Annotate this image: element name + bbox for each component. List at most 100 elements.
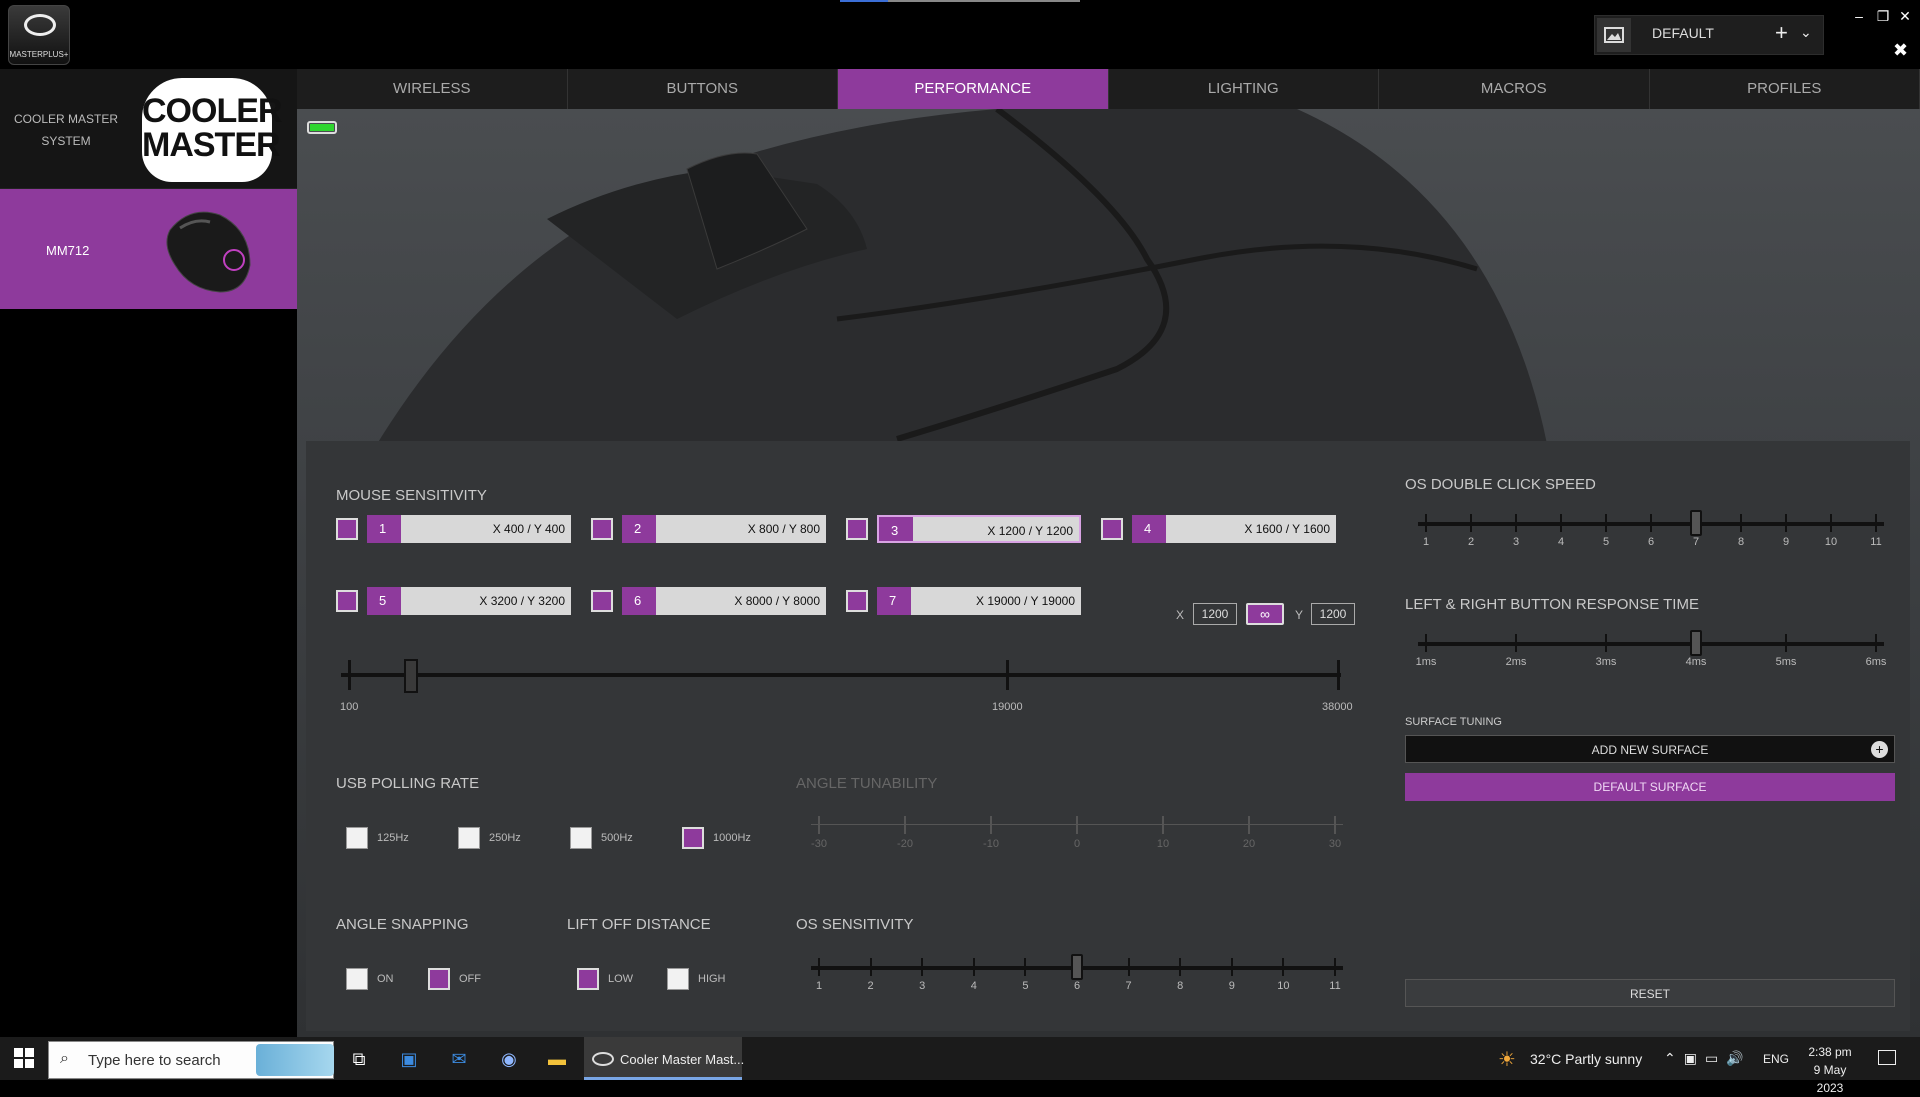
restore-button[interactable]: ❐ [1874, 8, 1892, 25]
task-view-icon[interactable]: ⧉ [344, 1045, 374, 1073]
dpi-preset-6[interactable]: 6X 8000 / Y 8000 [622, 587, 826, 615]
dpi-preset-2[interactable]: 2X 800 / Y 800 [622, 515, 826, 543]
angle-tunability-tick-label: 10 [1143, 838, 1183, 850]
dpi-slider-track[interactable] [341, 673, 1341, 677]
dpi-preset-1[interactable]: 1X 400 / Y 400 [367, 515, 571, 543]
os-sensitivity-tick-label: 9 [1212, 980, 1252, 992]
double-click-tick-label: 2 [1451, 536, 1491, 548]
tab-macros[interactable]: MACROS [1379, 69, 1650, 109]
response-time-slider[interactable]: 1ms2ms3ms4ms5ms6ms [1406, 626, 1896, 676]
mail-icon[interactable]: ✉ [444, 1045, 474, 1073]
tab-performance[interactable]: PERFORMANCE [838, 69, 1109, 109]
dpi-mid-label: 19000 [992, 701, 1023, 713]
clock[interactable]: 2:38 pm9 May 2023 [1800, 1043, 1860, 1097]
double-click-tick [1605, 514, 1607, 532]
double-click-handle[interactable] [1690, 510, 1702, 536]
windows-start-icon[interactable] [14, 1048, 34, 1068]
add-new-surface-button[interactable]: ADD NEW SURFACE [1405, 735, 1895, 763]
tab-lighting[interactable]: LIGHTING [1109, 69, 1380, 109]
dpi-preset-7[interactable]: 7X 19000 / Y 19000 [877, 587, 1081, 615]
response-time-tick [1515, 634, 1517, 652]
dpi-preset-5-toggle[interactable] [336, 590, 358, 612]
dpi-preset-2-toggle[interactable] [591, 518, 613, 540]
polling-125-checkbox[interactable] [346, 827, 368, 849]
mouse-render-image [297, 109, 1920, 444]
add-new-surface-label: ADD NEW SURFACE [1592, 743, 1709, 757]
dpi-preset-7-toggle[interactable] [846, 590, 868, 612]
double-click-tick-label: 10 [1811, 536, 1851, 548]
response-time-tick-label: 1ms [1406, 656, 1446, 668]
add-surface-plus-icon[interactable]: + [1871, 741, 1888, 758]
polling-250-checkbox[interactable] [458, 827, 480, 849]
add-profile-icon[interactable]: + [1775, 20, 1788, 46]
default-surface-button[interactable]: DEFAULT SURFACE [1405, 773, 1895, 801]
os-sensitivity-tick [973, 958, 975, 976]
language-indicator[interactable]: ENG [1763, 1052, 1789, 1066]
angle-tunability-tick-label: 20 [1229, 838, 1269, 850]
polling-1000-checkbox[interactable] [682, 827, 704, 849]
tab-profiles: PROFILES [1650, 69, 1920, 109]
lift-off-low-checkbox[interactable] [577, 968, 599, 990]
os-sensitivity-slider[interactable]: 1234567891011 [797, 950, 1357, 1000]
angle-snapping-on-label: ON [377, 973, 394, 985]
weather-label[interactable]: 32°C Partly sunny [1530, 1051, 1642, 1067]
dpi-slider-handle[interactable] [404, 659, 418, 693]
dpi-preset-4-toggle[interactable] [1101, 518, 1123, 540]
double-click-tick-label: 3 [1496, 536, 1536, 548]
angle-tunability-tick [1162, 816, 1164, 834]
tab-bar: WIRELESS BUTTONS PERFORMANCE LIGHTING MA… [297, 69, 1920, 109]
davinci-icon[interactable]: ◉ [494, 1045, 524, 1073]
tab-wireless[interactable]: WIRELESS [297, 69, 568, 109]
response-time-tick-label: 5ms [1766, 656, 1806, 668]
dpi-preset-3[interactable]: 3X 1200 / Y 1200 [877, 515, 1081, 543]
double-click-tick-label: 9 [1766, 536, 1806, 548]
link-xy-icon[interactable]: ∞ [1246, 603, 1284, 625]
cooler-master-app-icon [592, 1052, 614, 1066]
x-dpi-input[interactable]: 1200 [1193, 603, 1237, 625]
response-time-track[interactable] [1418, 642, 1884, 646]
angle-snapping-on-checkbox[interactable] [346, 968, 368, 990]
minimize-button[interactable]: – [1850, 8, 1868, 24]
response-time-tick [1785, 634, 1787, 652]
double-click-tick-label: 8 [1721, 536, 1761, 548]
dpi-preset-4[interactable]: 4X 1600 / Y 1600 [1132, 515, 1336, 543]
dpi-preset-6-toggle[interactable] [591, 590, 613, 612]
dpi-preset-5[interactable]: 5X 3200 / Y 3200 [367, 587, 571, 615]
polling-500-label: 500Hz [601, 832, 633, 844]
dpi-preset-3-toggle[interactable] [846, 518, 868, 540]
angle-tunability-tick-label: 30 [1315, 838, 1355, 850]
system-tray-icons[interactable]: ⌃▣▭🔊 [1664, 1050, 1752, 1067]
response-time-tick [1425, 634, 1427, 652]
reset-label: RESET [1630, 987, 1670, 1001]
double-click-speed-slider[interactable]: 1234567891011 [1406, 506, 1896, 556]
os-sensitivity-tick [870, 958, 872, 976]
double-click-tick [1875, 514, 1877, 532]
lift-off-low-label: LOW [608, 973, 633, 985]
response-time-title: LEFT & RIGHT BUTTON RESPONSE TIME [1405, 596, 1699, 613]
reset-button[interactable]: RESET [1405, 979, 1895, 1007]
double-click-tick-label: 5 [1586, 536, 1626, 548]
app-close-icon[interactable]: ✖ [1893, 40, 1908, 61]
masterplus-app-icon[interactable]: MASTERPLUS+ [8, 5, 70, 65]
file-explorer-icon[interactable]: ▬ [542, 1045, 572, 1073]
image-icon[interactable] [1597, 18, 1631, 52]
angle-tunability-tick-label: -20 [885, 838, 925, 850]
os-sensitivity-tick-label: 2 [851, 980, 891, 992]
notifications-icon[interactable] [1878, 1050, 1896, 1065]
response-time-handle[interactable] [1690, 630, 1702, 656]
y-dpi-input[interactable]: 1200 [1311, 603, 1355, 625]
double-click-tick [1560, 514, 1562, 532]
lift-off-high-checkbox[interactable] [667, 968, 689, 990]
tab-buttons[interactable]: BUTTONS [568, 69, 839, 109]
default-surface-label: DEFAULT SURFACE [1594, 780, 1707, 794]
dpi-preset-1-toggle[interactable] [336, 518, 358, 540]
angle-tunability-tick [1248, 816, 1250, 834]
angle-tunability-tick-label: -30 [799, 838, 839, 850]
chevron-down-icon[interactable]: ⌄ [1800, 24, 1812, 41]
polling-500-checkbox[interactable] [570, 827, 592, 849]
store-icon[interactable]: ▣ [394, 1045, 424, 1073]
angle-snapping-off-checkbox[interactable] [428, 968, 450, 990]
close-button[interactable]: ✕ [1896, 8, 1914, 25]
os-sensitivity-handle[interactable] [1071, 954, 1083, 980]
angle-tunability-tick [818, 816, 820, 834]
